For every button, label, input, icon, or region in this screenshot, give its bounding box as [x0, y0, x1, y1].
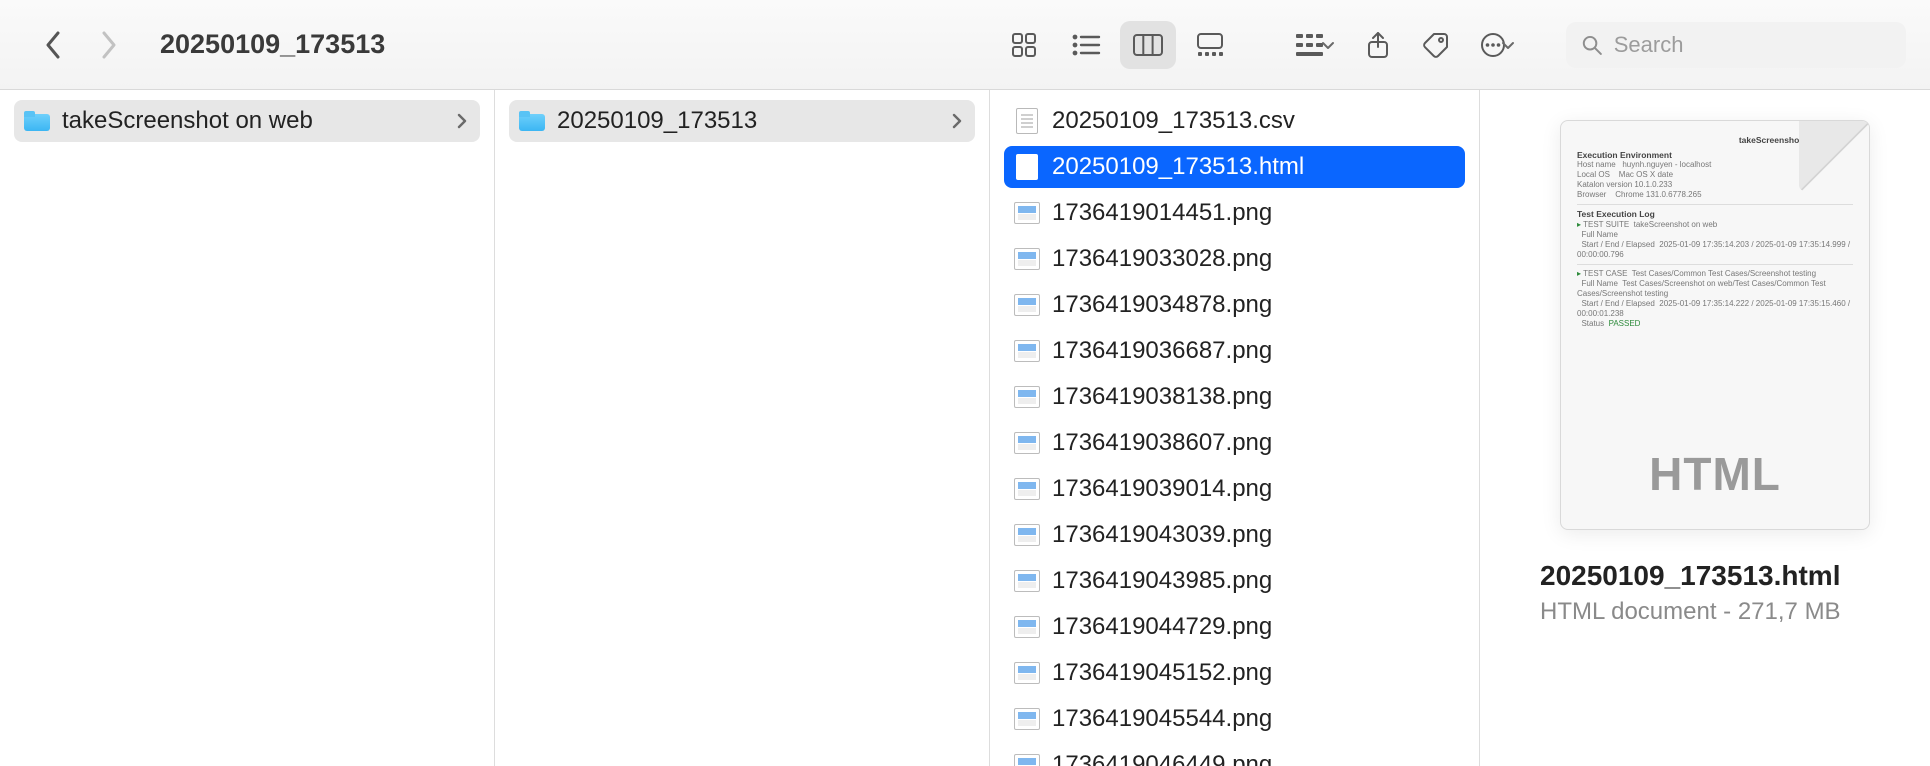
document-icon	[1014, 108, 1040, 134]
file-row[interactable]: 1736419038138.png	[1004, 376, 1465, 418]
image-icon	[1014, 430, 1040, 456]
file-row[interactable]: 1736419014451.png	[1004, 192, 1465, 234]
file-row[interactable]: 1736419036687.png	[1004, 330, 1465, 372]
preview-pane: takeScreenshot on web Test Execution Env…	[1480, 90, 1930, 766]
file-row[interactable]: 1736419046449.png	[1004, 744, 1465, 766]
more-actions-button[interactable]	[1470, 21, 1526, 69]
share-button[interactable]	[1354, 21, 1402, 69]
file-row[interactable]: 20250109_173513.html	[1004, 146, 1465, 188]
column-1[interactable]: takeScreenshot on web	[0, 90, 495, 766]
file-label: 1736419014451.png	[1052, 199, 1272, 227]
folder-row[interactable]: 20250109_173513	[509, 100, 975, 142]
file-label: 1736419038607.png	[1052, 429, 1272, 457]
file-label: 1736419039014.png	[1052, 475, 1272, 503]
view-columns-button[interactable]	[1120, 21, 1176, 69]
file-row[interactable]: 20250109_173513.csv	[1004, 100, 1465, 142]
search-icon	[1582, 34, 1602, 56]
columns-view: takeScreenshot on web 20250109_173513 20…	[0, 90, 1930, 766]
file-label: 1736419038138.png	[1052, 383, 1272, 411]
forward-button[interactable]	[86, 22, 132, 68]
file-row[interactable]: 1736419044729.png	[1004, 606, 1465, 648]
preview-filename: 20250109_173513.html	[1540, 560, 1890, 592]
file-label: 1736419033028.png	[1052, 245, 1272, 273]
file-label: 1736419045544.png	[1052, 705, 1272, 733]
file-row[interactable]: 1736419034878.png	[1004, 284, 1465, 326]
view-mode-group	[996, 21, 1238, 69]
view-icons-button[interactable]	[996, 21, 1052, 69]
file-row[interactable]: 1736419033028.png	[1004, 238, 1465, 280]
file-row[interactable]: 1736419045544.png	[1004, 698, 1465, 740]
preview-file-description: HTML document - 271,7 MB	[1540, 598, 1890, 626]
view-gallery-button[interactable]	[1182, 21, 1238, 69]
chevron-down-icon	[1320, 37, 1336, 53]
image-icon	[1014, 660, 1040, 686]
column-2[interactable]: 20250109_173513	[495, 90, 990, 766]
image-icon	[1014, 246, 1040, 272]
window-title: 20250109_173513	[160, 29, 385, 60]
folder-icon	[519, 108, 545, 134]
column-3[interactable]: 20250109_173513.csv 20250109_173513.html 1…	[990, 90, 1480, 766]
file-row[interactable]: 1736419045152.png	[1004, 652, 1465, 694]
chevron-down-icon	[1500, 37, 1516, 53]
file-row[interactable]: 1736419038607.png	[1004, 422, 1465, 464]
image-icon	[1014, 338, 1040, 364]
search-field[interactable]	[1566, 22, 1906, 68]
image-icon	[1014, 752, 1040, 766]
file-label: 1736419043039.png	[1052, 521, 1272, 549]
chevron-right-icon	[951, 112, 963, 130]
document-icon	[1014, 154, 1040, 180]
file-label: 1736419045152.png	[1052, 659, 1272, 687]
image-icon	[1014, 200, 1040, 226]
tags-button[interactable]	[1412, 21, 1460, 69]
image-icon	[1014, 476, 1040, 502]
group-by-button[interactable]	[1288, 21, 1344, 69]
folder-label: takeScreenshot on web	[62, 107, 313, 135]
preview-thumbnail[interactable]: takeScreenshot on web Test Execution Env…	[1560, 120, 1870, 530]
chevron-right-icon	[456, 112, 468, 130]
view-list-button[interactable]	[1058, 21, 1114, 69]
file-label: 20250109_173513.html	[1052, 153, 1304, 181]
file-label: 1736419046449.png	[1052, 751, 1272, 766]
folder-label: 20250109_173513	[557, 107, 757, 135]
search-input[interactable]	[1614, 32, 1890, 58]
file-label: 20250109_173513.csv	[1052, 107, 1295, 135]
folder-row[interactable]: takeScreenshot on web	[14, 100, 480, 142]
preview-kind-badge: HTML	[1561, 447, 1869, 501]
file-row[interactable]: 1736419043039.png	[1004, 514, 1465, 556]
file-label: 1736419036687.png	[1052, 337, 1272, 365]
image-icon	[1014, 384, 1040, 410]
image-icon	[1014, 614, 1040, 640]
page-fold-icon	[1799, 121, 1869, 191]
image-icon	[1014, 568, 1040, 594]
folder-icon	[24, 108, 50, 134]
file-label: 1736419043985.png	[1052, 567, 1272, 595]
image-icon	[1014, 706, 1040, 732]
file-row[interactable]: 1736419039014.png	[1004, 468, 1465, 510]
preview-log-header: Test Execution Log	[1577, 209, 1853, 220]
image-icon	[1014, 292, 1040, 318]
back-button[interactable]	[30, 22, 76, 68]
toolbar: 20250109_173513	[0, 0, 1930, 90]
image-icon	[1014, 522, 1040, 548]
file-row[interactable]: 1736419043985.png	[1004, 560, 1465, 602]
file-label: 1736419034878.png	[1052, 291, 1272, 319]
file-label: 1736419044729.png	[1052, 613, 1272, 641]
